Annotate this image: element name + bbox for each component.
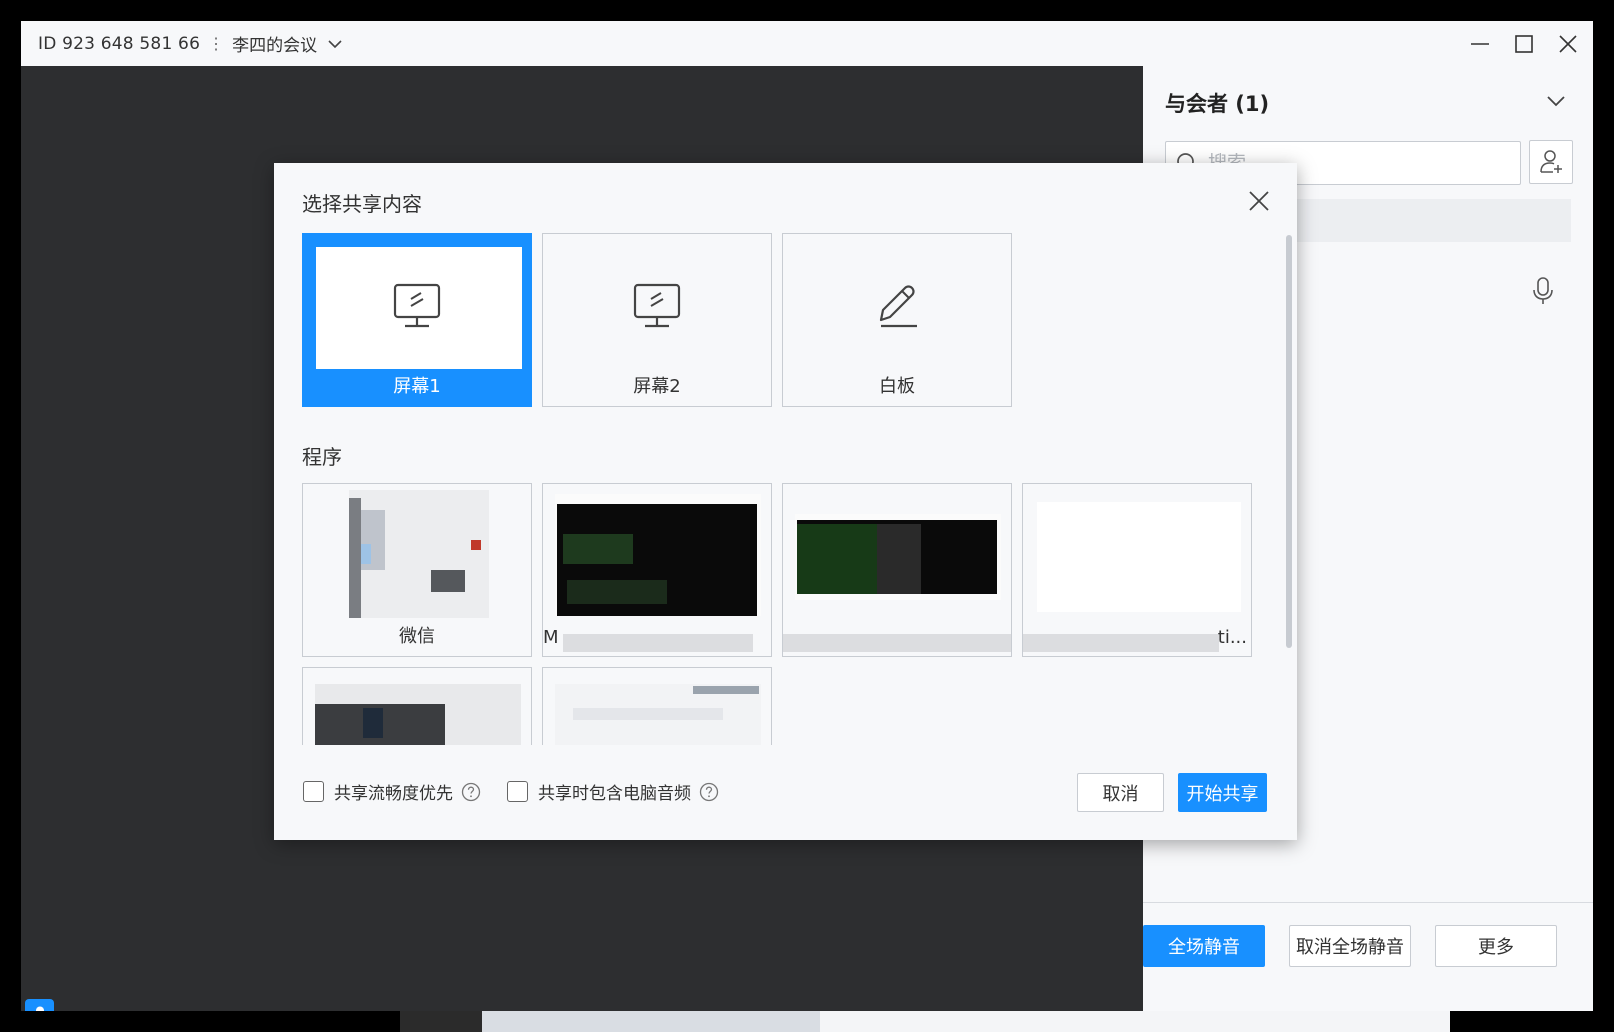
program-tile-terminal-1[interactable]: M (542, 483, 772, 657)
audio-label[interactable]: 共享时包含电脑音频 (538, 779, 691, 804)
audio-option: 共享时包含电脑音频 (507, 779, 719, 804)
meeting-name[interactable]: 李四的会议 (232, 31, 317, 56)
self-avatar-icon[interactable] (25, 999, 54, 1011)
panel-footer: 全场静音 取消全场静音 更多 (1143, 902, 1593, 1011)
program-tile-app-6[interactable] (542, 667, 772, 745)
background-taskbar (400, 1010, 1450, 1032)
start-share-button[interactable]: 开始共享 (1178, 773, 1267, 812)
tile-label: 白板 (879, 376, 915, 397)
participants-header: 与会者 (1) (1165, 92, 1270, 116)
fluency-checkbox[interactable] (303, 781, 324, 802)
fluency-label[interactable]: 共享流畅度优先 (334, 779, 453, 804)
program-tile-app-4[interactable]: ti... (1022, 483, 1252, 657)
close-icon[interactable] (1557, 33, 1579, 55)
add-user-icon (1540, 150, 1562, 173)
taskbar-segment (400, 1010, 482, 1032)
fluency-option: 共享流畅度优先 (303, 779, 481, 804)
chevron-down-icon[interactable] (1545, 90, 1567, 112)
share-option-screen-1[interactable]: 屏幕1 (302, 233, 532, 407)
window-controls (1469, 21, 1579, 66)
monitor-icon (633, 283, 681, 328)
tile-label: 屏幕2 (633, 376, 681, 397)
program-tile-wechat[interactable]: 微信 (302, 483, 532, 657)
program-tile-app-5[interactable] (302, 667, 532, 745)
share-option-whiteboard[interactable]: 白板 (782, 233, 1012, 407)
audio-checkbox[interactable] (507, 781, 528, 802)
microphone-icon[interactable] (1530, 276, 1556, 306)
scrollbar[interactable] (1286, 235, 1292, 648)
close-icon[interactable] (1247, 189, 1271, 213)
help-icon[interactable] (699, 782, 719, 802)
taskbar-segment (820, 1010, 1450, 1032)
share-dialog: 选择共享内容 屏幕1 屏幕2 白板 程序 微信 M ti... 共享流畅度优先 … (274, 163, 1297, 840)
program-tile-terminal-2[interactable] (782, 483, 1012, 657)
invite-button[interactable] (1529, 140, 1573, 184)
minimize-icon[interactable] (1469, 33, 1491, 55)
chevron-down-icon[interactable] (327, 36, 343, 52)
tile-label: 屏幕1 (393, 376, 441, 397)
title-separator: ⋮ (208, 34, 225, 53)
title-bar: ID 923 648 581 66 ⋮ 李四的会议 (21, 21, 1593, 66)
tile-label: ti... (1217, 627, 1247, 648)
programs-section-label: 程序 (302, 445, 342, 469)
share-options: 共享流畅度优先 共享时包含电脑音频 (303, 779, 745, 804)
tile-label: M (543, 627, 559, 648)
pen-icon (879, 285, 917, 328)
more-button[interactable]: 更多 (1435, 925, 1557, 967)
mute-all-button[interactable]: 全场静音 (1143, 925, 1265, 967)
monitor-icon (393, 283, 441, 328)
tile-label: 微信 (399, 626, 435, 647)
maximize-icon[interactable] (1513, 33, 1535, 55)
share-option-screen-2[interactable]: 屏幕2 (542, 233, 772, 407)
unmute-all-button[interactable]: 取消全场静音 (1289, 925, 1411, 967)
meeting-id: ID 923 648 581 66 (38, 33, 201, 54)
help-icon[interactable] (461, 782, 481, 802)
dialog-title: 选择共享内容 (302, 192, 422, 216)
cancel-button[interactable]: 取消 (1077, 773, 1164, 812)
